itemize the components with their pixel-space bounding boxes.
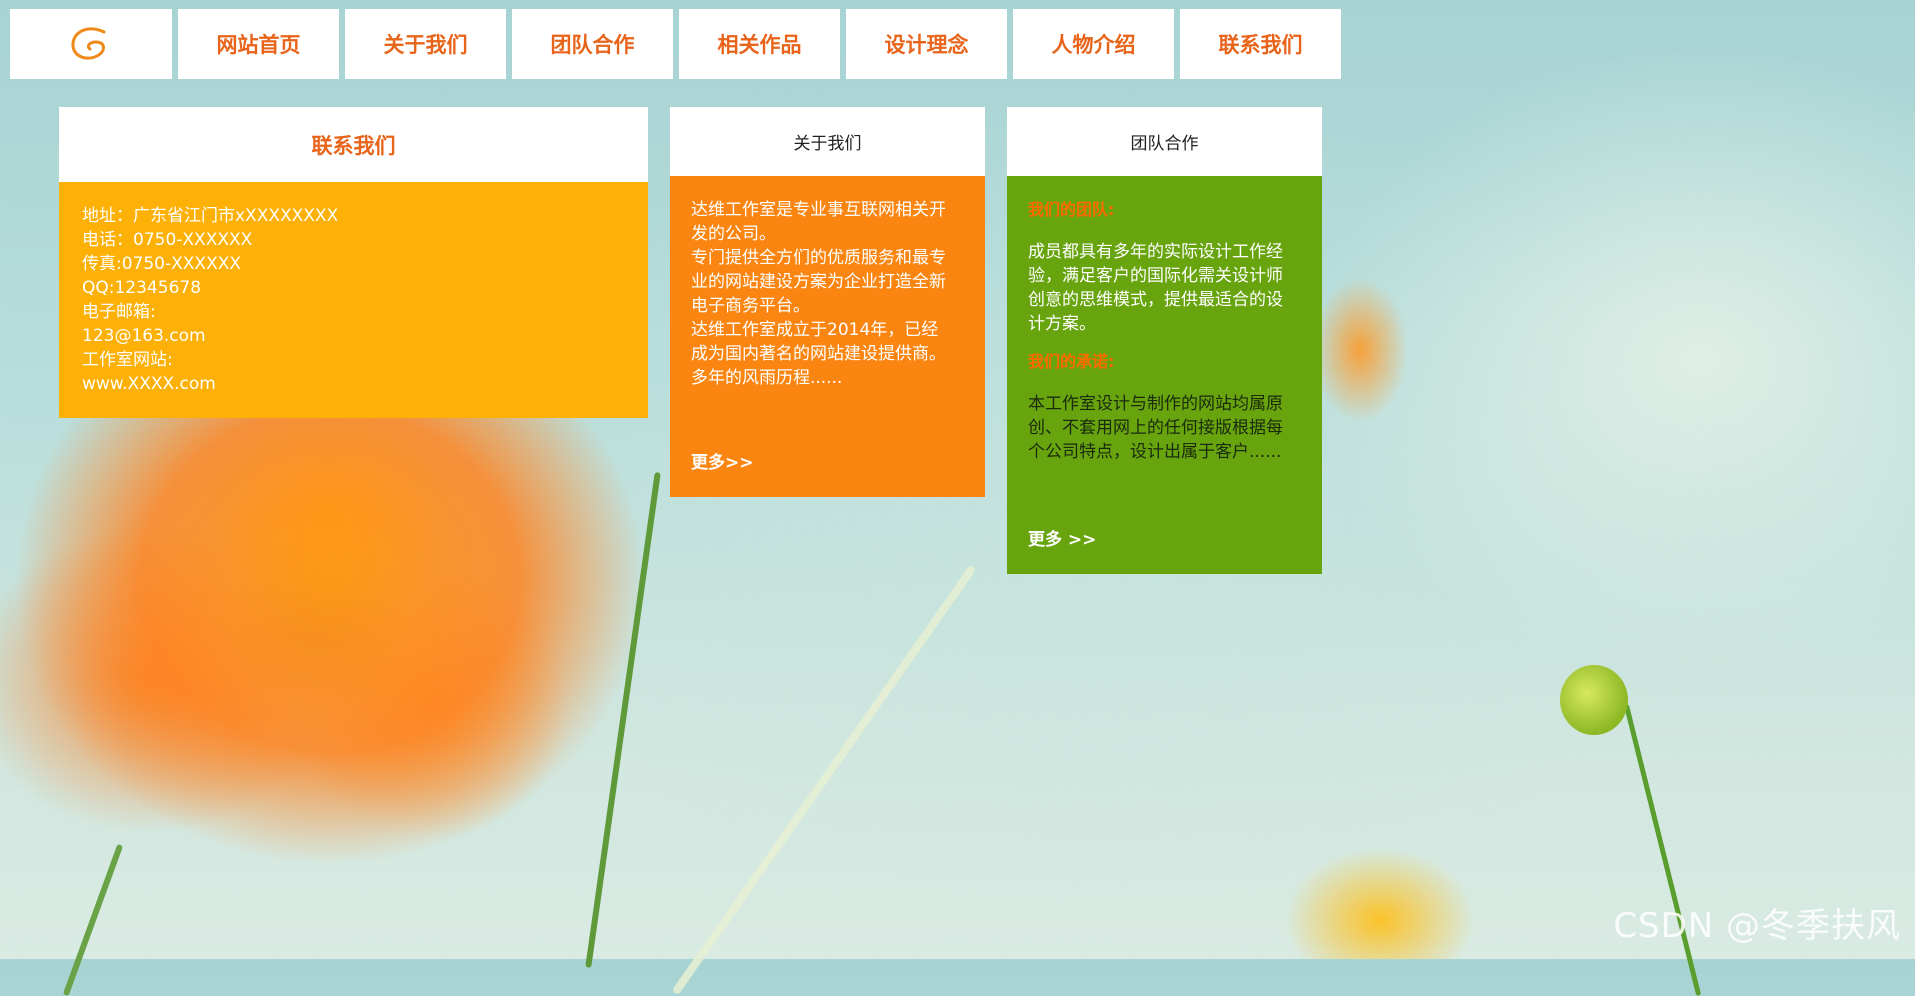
swirl-logo-icon	[71, 27, 106, 60]
team-text-line: 验，满足客户的国际化需关设计师	[1028, 266, 1283, 286]
team-card-title: 团队合作	[1007, 107, 1322, 176]
team-subheading: 我们的团队:	[1028, 200, 1115, 219]
contact-card: 联系我们 地址：广东省江门市xXXXXXXXX 电话：0750-XXXXXX 传…	[59, 107, 648, 418]
about-card-body: 达维工作室是专业事互联网相关开 发的公司。 专门提供全方们的优质服务和最专 业的…	[670, 176, 985, 497]
flower-stem	[62, 843, 124, 996]
about-text-line: 电子商务平台。	[691, 296, 810, 316]
watermark: CSDN @冬季扶风	[1613, 906, 1901, 946]
about-text-line: 达维工作室是专业事互联网相关开	[691, 200, 946, 220]
promise-text-line: 创、不套用网上的任何接版根据每	[1028, 418, 1283, 438]
contact-card-title: 联系我们	[59, 107, 648, 182]
about-card: 关于我们 达维工作室是专业事互联网相关开 发的公司。 专门提供全方们的优质服务和…	[670, 107, 985, 497]
flower-bud	[1560, 665, 1628, 735]
nav-item-team[interactable]: 团队合作	[512, 9, 673, 79]
about-text-line: 达维工作室成立于2014年，已经	[691, 320, 939, 340]
team-more-link[interactable]: 更多 >>	[1028, 528, 1096, 552]
team-card-body: 我们的团队: 成员都具有多年的实际设计工作经 验，满足客户的国际化需关设计师 创…	[1007, 176, 1322, 574]
nav-item-contact[interactable]: 联系我们	[1180, 9, 1341, 79]
contact-website: www.XXXX.com	[82, 374, 216, 394]
team-card: 团队合作 我们的团队: 成员都具有多年的实际设计工作经 验，满足客户的国际化需关…	[1007, 107, 1322, 574]
about-text-line: 发的公司。	[691, 224, 776, 244]
flower-stem	[1623, 703, 1702, 996]
about-card-title: 关于我们	[670, 107, 985, 176]
contact-email: 123@163.com	[82, 326, 206, 346]
team-text-line: 创意的思维模式，提供最适合的设	[1028, 290, 1283, 310]
promise-subheading: 我们的承诺:	[1028, 352, 1115, 371]
promise-text-line: 本工作室设计与制作的网站均属原	[1028, 394, 1283, 414]
nav-item-home[interactable]: 网站首页	[178, 9, 339, 79]
contact-fax: 传真:0750-XXXXXX	[82, 254, 242, 274]
top-nav-bar: 网站首页 关于我们 团队合作 相关作品 设计理念 人物介绍 联系我们	[10, 9, 1341, 79]
about-text-line: 业的网站建设方案为企业打造全新	[691, 272, 946, 292]
contact-website-label: 工作室网站:	[82, 350, 173, 370]
contact-phone: 电话：0750-XXXXXX	[82, 230, 253, 250]
nav-item-works[interactable]: 相关作品	[679, 9, 840, 79]
contact-email-label: 电子邮箱:	[82, 302, 156, 322]
nav-item-design[interactable]: 设计理念	[846, 9, 1007, 79]
team-text-line: 计方案。	[1028, 314, 1096, 334]
promise-text-line: 个公司特点，设计出属于客户......	[1028, 442, 1282, 462]
team-text-line: 成员都具有多年的实际设计工作经	[1028, 242, 1283, 262]
contact-qq: QQ:12345678	[82, 278, 202, 298]
contact-card-body: 地址：广东省江门市xXXXXXXXX 电话：0750-XXXXXX 传真:075…	[59, 182, 648, 418]
nav-logo[interactable]	[10, 9, 172, 79]
about-more-link[interactable]: 更多>>	[691, 451, 754, 475]
contact-address: 地址：广东省江门市xXXXXXXXX	[82, 206, 339, 226]
nav-item-about[interactable]: 关于我们	[345, 9, 506, 79]
about-text-line: 多年的风雨历程......	[691, 368, 843, 388]
nav-item-people[interactable]: 人物介绍	[1013, 9, 1174, 79]
about-text-line: 专门提供全方们的优质服务和最专	[691, 248, 946, 268]
flower-stem	[585, 472, 661, 968]
flower-stem	[671, 564, 977, 996]
about-text-line: 成为国内著名的网站建设提供商。	[691, 344, 946, 364]
